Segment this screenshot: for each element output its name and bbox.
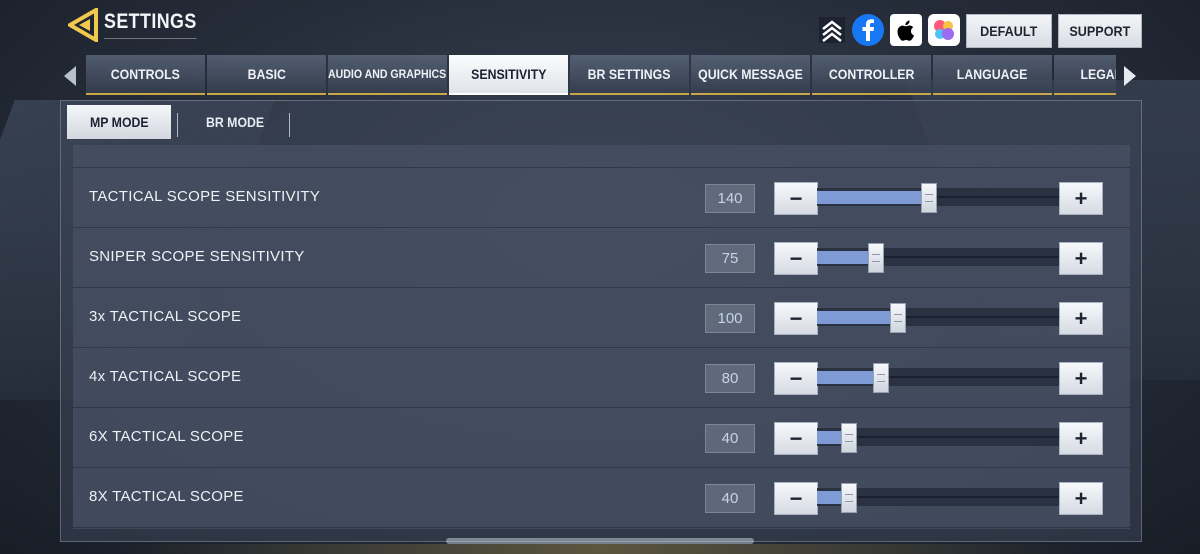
- tab-br-settings[interactable]: BR SETTINGS: [570, 55, 689, 95]
- increase-button[interactable]: +: [1059, 422, 1103, 455]
- increase-button[interactable]: +: [1059, 302, 1103, 335]
- tab-controls[interactable]: CONTROLS: [86, 55, 205, 95]
- sensitivity-panel: MP MODE BR MODE −+TACTICAL SCOPE SENSITI…: [60, 100, 1142, 542]
- back-arrow-icon: [65, 6, 98, 44]
- slider-thumb[interactable]: [841, 483, 858, 513]
- decrease-button[interactable]: −: [774, 302, 818, 335]
- sensitivity-slider[interactable]: [817, 363, 1059, 393]
- sensitivity-slider[interactable]: [817, 183, 1059, 213]
- tab-label: LEGAL ANI: [1080, 66, 1116, 82]
- setting-label: 3x TACTICAL SCOPE: [89, 308, 242, 325]
- slider-thumb[interactable]: [872, 363, 889, 393]
- tab-label: AUDIO AND GRAPHICS: [328, 67, 447, 81]
- decrease-button[interactable]: −: [774, 482, 818, 515]
- setting-row: 4x TACTICAL SCOPE 80− +: [73, 348, 1130, 408]
- tab-basic[interactable]: BASIC: [207, 55, 326, 95]
- sensitivity-slider[interactable]: [817, 423, 1059, 453]
- default-button[interactable]: DEFAULT: [966, 14, 1052, 48]
- setting-row: 3x TACTICAL SCOPE 100− +: [73, 288, 1130, 348]
- facebook-icon: [862, 19, 874, 41]
- tabs-bar: CONTROLS BASIC AUDIO AND GRAPHICS SENSITIVI…: [86, 55, 1116, 95]
- setting-value[interactable]: 140: [705, 184, 755, 213]
- slider-thumb[interactable]: [868, 243, 885, 273]
- increase-button[interactable]: +: [1059, 242, 1103, 275]
- mode-divider: [177, 113, 178, 137]
- setting-row: TACTICAL SCOPE SENSITIVITY 140− +: [73, 168, 1130, 228]
- tab-label: BR SETTINGS: [588, 66, 671, 82]
- tab-label: CONTROLS: [110, 66, 181, 82]
- tab-label: BASIC: [247, 66, 286, 82]
- slider-fill: [817, 311, 897, 324]
- tab-quick-message[interactable]: QUICK MESSAGE: [691, 55, 810, 95]
- header: SETTINGS DEFAULT SUPPORT: [0, 0, 1200, 52]
- increase-button[interactable]: +: [1059, 362, 1103, 395]
- tabs-scroll-right-button[interactable]: [1122, 64, 1138, 88]
- tab-mp-mode[interactable]: MP MODE: [67, 105, 171, 139]
- slider-thumb[interactable]: [841, 423, 858, 453]
- slider-fill: [817, 371, 880, 384]
- rank-button[interactable]: [816, 14, 848, 46]
- increase-button[interactable]: +: [1059, 182, 1103, 215]
- support-button[interactable]: SUPPORT: [1058, 14, 1142, 48]
- page-title: SETTINGS: [104, 10, 197, 39]
- tab-label: LANGUAGE: [957, 66, 1028, 82]
- setting-label: 8X TACTICAL SCOPE: [89, 488, 244, 505]
- tab-legal-ani[interactable]: LEGAL ANI: [1054, 55, 1116, 95]
- setting-row: 6X TACTICAL SCOPE 40− +: [73, 408, 1130, 468]
- tab-label: SENSITIVITY: [470, 66, 547, 82]
- tab-audio-and-graphics[interactable]: AUDIO AND GRAPHICS: [328, 55, 447, 95]
- setting-value[interactable]: 75: [705, 244, 755, 273]
- increase-button[interactable]: +: [1059, 482, 1103, 515]
- setting-row: 8X TACTICAL SCOPE 40− +: [73, 468, 1130, 528]
- tab-controller[interactable]: CONTROLLER: [812, 55, 931, 95]
- setting-row: SNIPER SCOPE SENSITIVITY 75− +: [73, 228, 1130, 288]
- slider-fill: [817, 191, 929, 204]
- setting-row: −+: [73, 145, 1130, 168]
- game-center-icon: [934, 20, 954, 40]
- decrease-button[interactable]: −: [774, 362, 818, 395]
- setting-value[interactable]: 100: [705, 304, 755, 333]
- apple-button[interactable]: [890, 14, 922, 46]
- decrease-button[interactable]: −: [774, 422, 818, 455]
- setting-label: TACTICAL SCOPE SENSITIVITY: [89, 188, 321, 205]
- triangle-left-icon: [64, 66, 76, 86]
- setting-value[interactable]: 40: [705, 484, 755, 513]
- tab-label: CONTROLLER: [828, 66, 915, 82]
- mode-divider: [289, 113, 290, 137]
- rank-chevron-icon: [819, 17, 845, 43]
- tab-br-mode[interactable]: BR MODE: [179, 105, 291, 139]
- tab-sensitivity[interactable]: SENSITIVITY: [449, 55, 568, 95]
- back-button[interactable]: [65, 6, 98, 44]
- triangle-right-icon: [1124, 66, 1136, 86]
- bottom-glow: [120, 544, 1080, 554]
- settings-list[interactable]: −+TACTICAL SCOPE SENSITIVITY140−+SNIPER …: [73, 145, 1130, 529]
- sensitivity-slider[interactable]: [817, 483, 1059, 513]
- apple-icon: [897, 20, 914, 41]
- sensitivity-slider[interactable]: [817, 303, 1059, 333]
- setting-label: 6X TACTICAL SCOPE: [89, 428, 244, 445]
- facebook-button[interactable]: [852, 14, 884, 46]
- tabs-scroll-left-button[interactable]: [62, 64, 78, 88]
- decrease-button[interactable]: −: [774, 182, 818, 215]
- game-center-button[interactable]: [928, 14, 960, 46]
- setting-label: 4x TACTICAL SCOPE: [89, 368, 242, 385]
- setting-value[interactable]: 40: [705, 424, 755, 453]
- sensitivity-slider[interactable]: [817, 243, 1059, 273]
- setting-value[interactable]: 80: [705, 364, 755, 393]
- tab-label: QUICK MESSAGE: [698, 66, 803, 82]
- slider-thumb[interactable]: [921, 183, 938, 213]
- slider-fill: [817, 251, 876, 264]
- setting-label: SNIPER SCOPE SENSITIVITY: [89, 248, 305, 265]
- slider-thumb[interactable]: [889, 303, 906, 333]
- tab-language[interactable]: LANGUAGE: [933, 55, 1052, 95]
- decrease-button[interactable]: −: [774, 242, 818, 275]
